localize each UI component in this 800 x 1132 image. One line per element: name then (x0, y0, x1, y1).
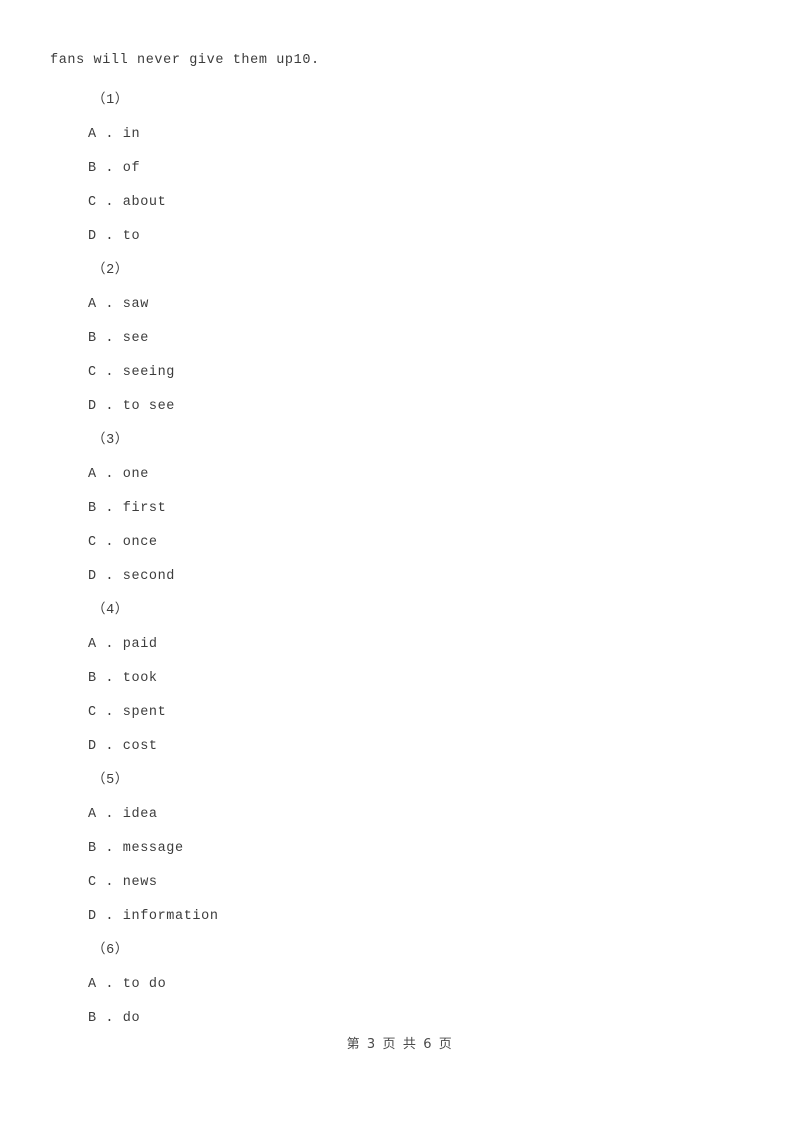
question-block: （1） A . in B . of C . about D . to (50, 84, 750, 254)
option-d[interactable]: D . information (50, 900, 750, 934)
option-c[interactable]: C . about (50, 186, 750, 220)
page-number-label: 第 3 页 共 6 页 (346, 1037, 454, 1052)
option-d[interactable]: D . cost (50, 730, 750, 764)
option-d[interactable]: D . to (50, 220, 750, 254)
question-block: （3） A . one B . first C . once D . secon… (50, 424, 750, 594)
option-b[interactable]: B . first (50, 492, 750, 526)
question-number: （2） (92, 263, 129, 278)
option-b[interactable]: B . message (50, 832, 750, 866)
option-b[interactable]: B . do (50, 1002, 750, 1036)
document-page: fans will never give them up10. （1） A . … (0, 0, 800, 1132)
question-number: （4） (92, 603, 129, 618)
option-d[interactable]: D . second (50, 560, 750, 594)
option-c[interactable]: C . seeing (50, 356, 750, 390)
question-number: （3） (92, 433, 129, 448)
question-number: （6） (92, 943, 129, 958)
option-a[interactable]: A . in (50, 118, 750, 152)
question-block: （2） A . saw B . see C . seeing D . to se… (50, 254, 750, 424)
page-footer: 第 3 页 共 6 页 (0, 1033, 800, 1053)
option-a[interactable]: A . saw (50, 288, 750, 322)
question-number: （1） (92, 93, 129, 108)
option-c[interactable]: C . once (50, 526, 750, 560)
option-d[interactable]: D . to see (50, 390, 750, 424)
option-c[interactable]: C . spent (50, 696, 750, 730)
question-block: （6） A . to do B . do (50, 934, 750, 1036)
page-content: fans will never give them up10. （1） A . … (50, 50, 750, 1036)
option-a[interactable]: A . one (50, 458, 750, 492)
option-c[interactable]: C . news (50, 866, 750, 900)
question-block: （5） A . idea B . message C . news D . in… (50, 764, 750, 934)
option-b[interactable]: B . of (50, 152, 750, 186)
option-b[interactable]: B . see (50, 322, 750, 356)
question-number: （5） (92, 773, 129, 788)
option-a[interactable]: A . idea (50, 798, 750, 832)
option-b[interactable]: B . took (50, 662, 750, 696)
passage-stem-fragment: fans will never give them up10. (50, 53, 320, 68)
option-a[interactable]: A . to do (50, 968, 750, 1002)
question-block: （4） A . paid B . took C . spent D . cost (50, 594, 750, 764)
option-a[interactable]: A . paid (50, 628, 750, 662)
